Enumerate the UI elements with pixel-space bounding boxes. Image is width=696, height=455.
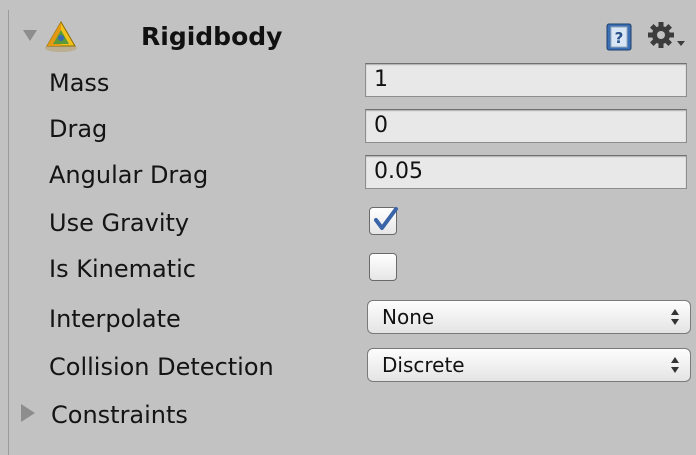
rigidbody-icon: [45, 21, 77, 52]
foldout-arrow-icon[interactable]: [23, 30, 37, 41]
constraints-foldout[interactable]: Constraints: [9, 392, 696, 438]
drag-row: Drag 0: [9, 106, 696, 152]
svg-text:?: ?: [615, 29, 624, 47]
help-book-icon[interactable]: ?: [605, 23, 633, 51]
collision-detection-label: Collision Detection: [49, 353, 274, 381]
mass-field[interactable]: 1: [365, 63, 687, 97]
collision-detection-row: Collision Detection Discrete: [9, 344, 696, 390]
constraints-label: Constraints: [51, 401, 188, 429]
mass-label: Mass: [49, 69, 110, 97]
expand-arrow-icon[interactable]: [21, 404, 35, 422]
component-header[interactable]: Rigidbody ?: [9, 10, 696, 60]
use-gravity-row: Use Gravity: [9, 200, 696, 246]
rigidbody-component-panel: Rigidbody ? Mass 1 Drag 0 Angular Drag 0…: [8, 10, 696, 455]
mass-row: Mass 1: [9, 60, 696, 106]
interpolate-label: Interpolate: [49, 305, 181, 333]
interpolate-row: Interpolate None: [9, 296, 696, 342]
angular-drag-field[interactable]: 0.05: [365, 155, 687, 189]
angular-drag-row: Angular Drag 0.05: [9, 152, 696, 198]
use-gravity-label: Use Gravity: [49, 209, 190, 237]
gear-icon[interactable]: [647, 21, 691, 51]
is-kinematic-row: Is Kinematic: [9, 246, 696, 292]
interpolate-dropdown[interactable]: None: [367, 300, 691, 334]
drag-label: Drag: [49, 115, 108, 143]
collision-detection-dropdown[interactable]: Discrete: [367, 348, 691, 382]
use-gravity-checkbox[interactable]: [369, 207, 398, 235]
is-kinematic-label: Is Kinematic: [49, 255, 196, 283]
drag-field[interactable]: 0: [365, 109, 687, 143]
collision-detection-value: Discrete: [382, 353, 465, 377]
updown-arrows-icon: [671, 309, 679, 325]
angular-drag-label: Angular Drag: [49, 161, 209, 189]
interpolate-value: None: [382, 305, 435, 329]
updown-arrows-icon: [671, 357, 679, 373]
is-kinematic-checkbox[interactable]: [369, 253, 397, 281]
component-title: Rigidbody: [141, 22, 283, 51]
checkmark-icon: [374, 207, 398, 230]
